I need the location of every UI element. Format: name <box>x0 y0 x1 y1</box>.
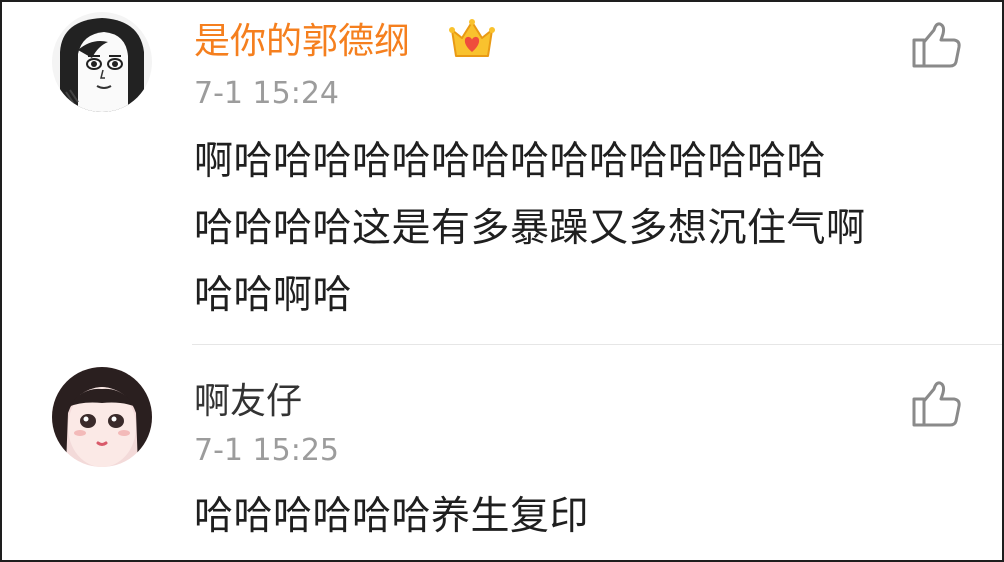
avatar[interactable] <box>52 367 152 467</box>
anime-girl-avatar-image <box>52 367 152 467</box>
thumbs-up-icon <box>912 381 961 427</box>
comment-username[interactable]: 啊友仔 <box>194 380 302 424</box>
comment-item: 啊友仔 7-1 15:25 哈哈哈哈哈哈养生复印 <box>2 345 1002 560</box>
like-button[interactable] <box>910 379 964 429</box>
thumbs-up-icon <box>912 22 961 68</box>
comment-timestamp: 7-1 15:25 <box>194 433 339 468</box>
like-button[interactable] <box>910 20 964 70</box>
comment-text: 哈哈哈哈哈哈养生复印 <box>194 494 590 539</box>
comment-text: 啊哈哈哈哈哈哈哈哈哈哈哈哈哈哈哈 哈哈哈哈这是有多暴躁又多想沉住气啊 哈哈啊哈 <box>194 139 866 318</box>
vip-crown-icon <box>448 16 496 60</box>
comment-username[interactable]: 是你的郭德纲 <box>194 20 410 64</box>
manga-girl-avatar-image <box>52 12 152 112</box>
comment-timestamp: 7-1 15:24 <box>194 76 339 111</box>
comment-list: 是你的郭德纲 7-1 15:24 啊哈哈哈哈哈哈哈哈哈哈哈哈哈哈哈 哈哈哈哈这是… <box>0 0 1004 562</box>
avatar[interactable] <box>52 12 152 112</box>
comment-item: 是你的郭德纲 7-1 15:24 啊哈哈哈哈哈哈哈哈哈哈哈哈哈哈哈 哈哈哈哈这是… <box>2 2 1002 344</box>
